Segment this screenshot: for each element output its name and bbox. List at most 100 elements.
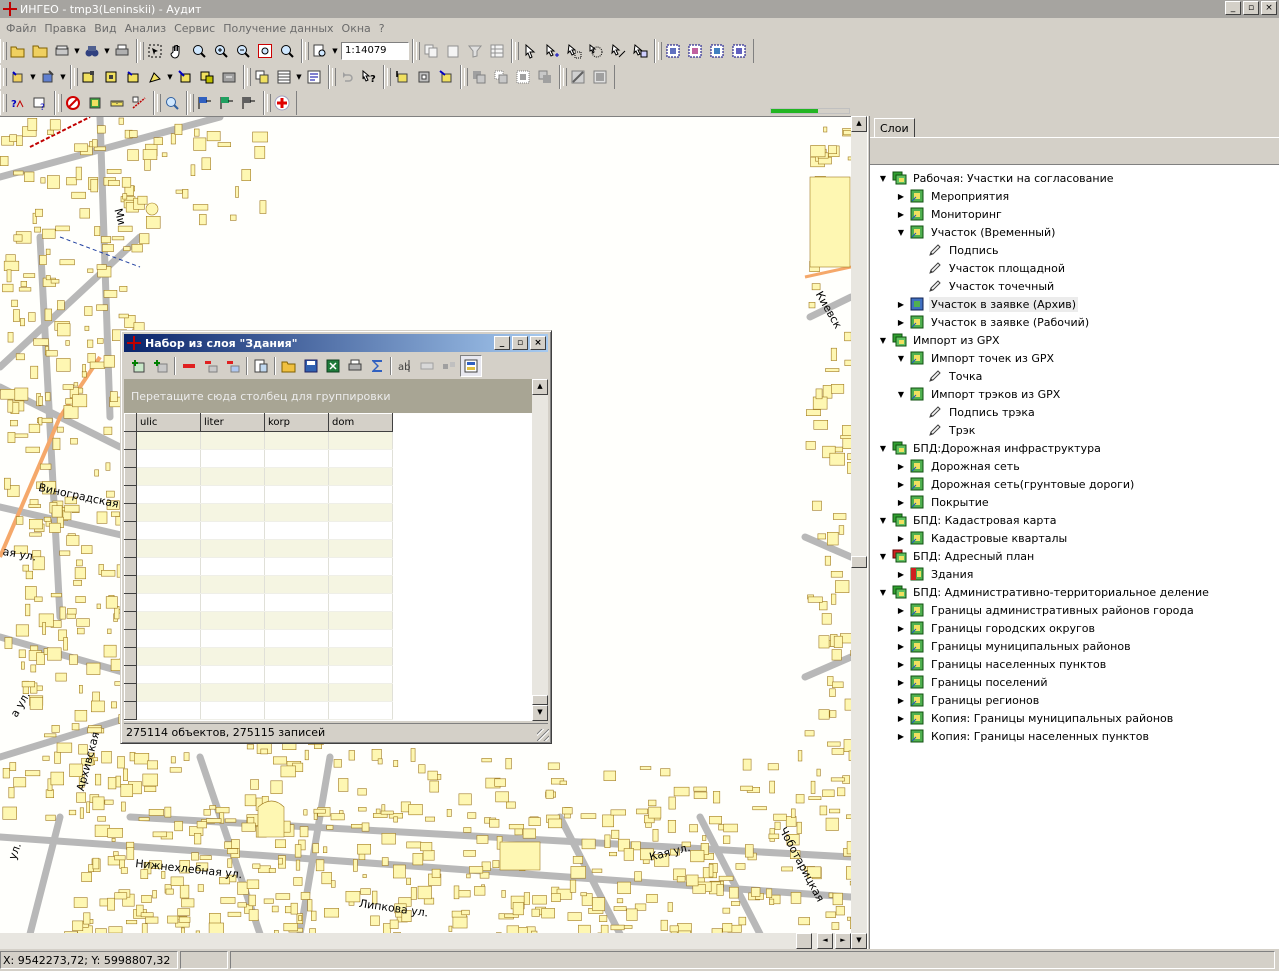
table-cell-ulic[interactable] [136,611,201,630]
expand-arrow-icon[interactable]: ▶ [896,533,906,543]
gps-tool-2-button[interactable] [216,92,238,114]
layer-tree-item[interactable]: ▶ Границы поселений [896,673,1049,691]
row-indicator[interactable] [124,557,137,576]
scale-dropdown[interactable]: ▼ [331,40,339,62]
table-cell-liter[interactable] [200,683,265,702]
table-cell-dom[interactable] [328,629,393,648]
expand-arrow-icon[interactable]: ▶ [896,731,906,741]
table-cell-dom[interactable] [328,683,393,702]
open-set-button[interactable] [278,355,300,377]
ruler-button[interactable] [106,92,128,114]
attribute-table-button[interactable] [273,66,295,88]
map-horizontal-scrollbar[interactable]: ◄ ► [0,933,851,949]
layer-tree-item[interactable]: ▶ Дорожная сеть(грунтовые дороги) [896,475,1136,493]
layer-tree-item[interactable]: ▶ Кадастровые кварталы [896,529,1069,547]
report-button[interactable] [303,66,325,88]
row-indicator[interactable] [124,647,137,666]
select-polygon-button[interactable] [563,40,585,62]
layer-tree-item[interactable]: ▶ Копия: Границы населенных пунктов [896,727,1151,745]
layout-tool-4-button[interactable] [534,66,556,88]
table-cell-korp[interactable] [264,503,329,522]
table-cell-korp[interactable] [264,701,329,720]
table-row[interactable] [124,521,393,540]
table-cell-korp[interactable] [264,557,329,576]
grid-vertical-scrollbar[interactable]: ▲ ▼ [532,379,548,721]
selection-tool-3-button[interactable] [706,40,728,62]
print-button[interactable] [111,40,133,62]
dialog-titlebar[interactable]: Набор из слоя "Здания" _ ▫ × [124,334,548,352]
distance-button[interactable] [128,92,150,114]
expand-arrow-icon[interactable]: ▶ [896,209,906,219]
new-object-dropdown[interactable]: ▼ [29,66,37,88]
table-cell-ulic[interactable] [136,629,201,648]
table-cell-korp[interactable] [264,629,329,648]
row-indicator[interactable] [124,485,137,504]
table-cell-liter[interactable] [200,503,265,522]
layer-tree-item[interactable]: Трэк [928,421,977,439]
layer-tree-item[interactable]: ▶ Мониторинг [896,205,1004,223]
edit-object-button[interactable] [37,66,59,88]
collapse-arrow-icon[interactable]: ▼ [878,443,888,453]
layer-tree-item[interactable]: ▶ Копия: Границы муниципальных районов [896,709,1175,727]
table-row[interactable] [124,593,393,612]
table-row[interactable] [124,557,393,576]
layer-tree-item[interactable]: Подпись [928,241,1000,259]
expand-arrow-icon[interactable]: ▶ [896,659,906,669]
table-row[interactable] [124,467,393,486]
menu-edit[interactable]: Правка [40,22,90,35]
table-row[interactable] [124,683,393,702]
remove-selected-button[interactable] [200,355,222,377]
table-row[interactable] [124,665,393,684]
expand-arrow-icon[interactable]: ▶ [896,695,906,705]
layer-tree-item[interactable]: ▶ Границы регионов [896,691,1041,709]
table-cell-korp[interactable] [264,431,329,450]
database-dropdown[interactable]: ▼ [73,40,81,62]
expand-arrow-icon[interactable]: ▶ [896,641,906,651]
table-cell-dom[interactable] [328,593,393,612]
scale-input[interactable]: 1:14079 [341,42,409,60]
shape-tool-1-button[interactable] [78,66,100,88]
table-cell-korp[interactable] [264,575,329,594]
group-by-area[interactable]: Перетащите сюда столбец для группировки [124,379,532,413]
shape-tool-5-button[interactable] [174,66,196,88]
table-cell-ulic[interactable] [136,485,201,504]
layer-tree-item[interactable]: ▼ Рабочая: Участки на согласование [878,169,1116,187]
menu-get-data[interactable]: Получение данных [219,22,337,35]
scale-menu-button[interactable] [309,40,331,62]
dialog-maximize-button[interactable]: ▫ [512,336,528,350]
layer-set-dialog[interactable]: Набор из слоя "Здания" _ ▫ × ab Перетащи… [120,330,552,744]
attribute-table-dropdown[interactable]: ▼ [295,66,303,88]
layer-tree-item[interactable]: Точка [928,367,984,385]
layer-tree-item[interactable]: ▼ БПД: Адресный план [878,547,1036,565]
table-cell-korp[interactable] [264,539,329,558]
row-indicator[interactable] [124,611,137,630]
scroll-right-button[interactable]: ► [835,933,851,949]
table-row[interactable] [124,539,393,558]
grid-scroll-down-button[interactable]: ▼ [532,705,548,721]
row-indicator[interactable] [124,683,137,702]
menu-service[interactable]: Сервис [170,22,219,35]
collapse-arrow-icon[interactable]: ▼ [878,551,888,561]
excel-export-button[interactable] [322,355,344,377]
collapse-arrow-icon[interactable]: ▼ [896,353,906,363]
layer-tree-item[interactable]: ▶ Границы населенных пунктов [896,655,1108,673]
table-cell-ulic[interactable] [136,449,201,468]
select-multiple-button[interactable] [541,40,563,62]
expand-arrow-icon[interactable]: ▶ [896,317,906,327]
layer-data-button[interactable] [84,92,106,114]
table-button[interactable] [486,40,508,62]
table-cell-ulic[interactable] [136,521,201,540]
table-cell-korp[interactable] [264,593,329,612]
table-cell-korp[interactable] [264,467,329,486]
column-header-liter[interactable]: liter [200,413,265,432]
scroll-thumb[interactable] [796,933,812,949]
layer-tree-item[interactable]: ▶ Участок в заявке (Рабочий) [896,313,1091,331]
selection-tool-1-button[interactable] [662,40,684,62]
window-titlebar[interactable]: ИНГЕО - tmp3(Leninskii) - Аудит _ ▫ × [0,0,1279,18]
select-line-button[interactable] [607,40,629,62]
table-cell-dom[interactable] [328,521,393,540]
row-indicator[interactable] [124,521,137,540]
layer-tree-item[interactable]: ▶ Дорожная сеть [896,457,1022,475]
table-cell-ulic[interactable] [136,647,201,666]
table-cell-dom[interactable] [328,449,393,468]
